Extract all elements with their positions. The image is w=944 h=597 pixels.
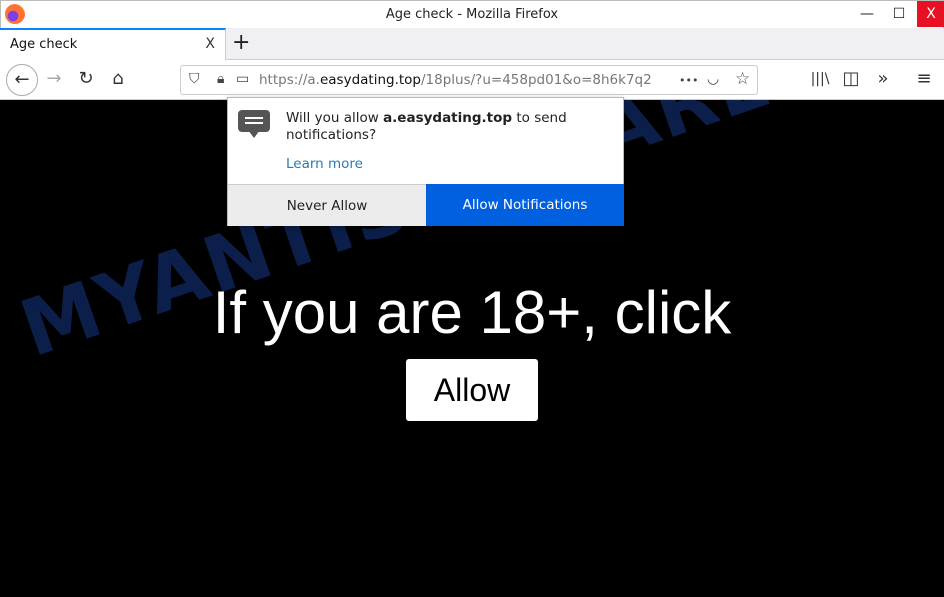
allow-notifications-button[interactable]: Allow Notifications (426, 184, 624, 226)
age-check-headline: If you are 18+, click (212, 279, 732, 346)
url-bar[interactable]: ⛉ 🔒︎ ▭ https://a.easydating.top/18plus/?… (180, 65, 758, 95)
menu-icon[interactable]: ≡ (912, 68, 936, 89)
overflow-icon[interactable]: » (871, 68, 895, 89)
lock-icon[interactable]: 🔒︎ (217, 71, 224, 87)
message-icon (238, 110, 270, 138)
home-button[interactable]: ⌂ (106, 68, 130, 89)
learn-more-link[interactable]: Learn more (286, 156, 363, 172)
tab-age-check[interactable]: Age check X (0, 28, 226, 60)
library-icon[interactable]: |||\ (808, 71, 832, 87)
minimize-button[interactable]: — (853, 1, 881, 27)
pocket-icon[interactable]: ◡ (707, 71, 719, 87)
notification-permission-popup: Will you allow a.easydating.top to send … (227, 97, 624, 226)
tab-close-icon[interactable]: X (205, 36, 215, 52)
tab-title: Age check (10, 37, 78, 52)
nav-bar: ← → ↻ ⌂ ⛉ 🔒︎ ▭ https://a.easydating.top/… (0, 60, 944, 100)
maximize-button[interactable]: ☐ (885, 1, 913, 27)
allow-button[interactable]: Allow (406, 359, 538, 421)
back-button[interactable]: ← (6, 64, 38, 96)
forward-button[interactable]: → (42, 68, 66, 89)
bookmark-star-icon[interactable]: ☆ (735, 69, 750, 89)
new-tab-button[interactable]: + (232, 30, 250, 55)
url-text[interactable]: https://a.easydating.top/18plus/?u=458pd… (259, 72, 669, 88)
reload-button[interactable]: ↻ (74, 68, 98, 89)
close-window-button[interactable]: X (917, 1, 944, 27)
popup-message: Will you allow a.easydating.top to send … (286, 110, 567, 143)
shield-icon[interactable]: ⛉ (189, 71, 200, 87)
never-allow-button[interactable]: Never Allow (228, 184, 426, 226)
tab-bar: Age check X + (0, 28, 944, 60)
title-bar: Age check - Mozilla Firefox — ☐ X (0, 0, 944, 28)
page-actions-icon[interactable]: ••• (679, 74, 698, 87)
notification-permission-icon[interactable]: ▭ (236, 71, 249, 87)
window-title: Age check - Mozilla Firefox (385, 7, 559, 22)
sidebar-icon[interactable]: ◫ (839, 68, 863, 89)
